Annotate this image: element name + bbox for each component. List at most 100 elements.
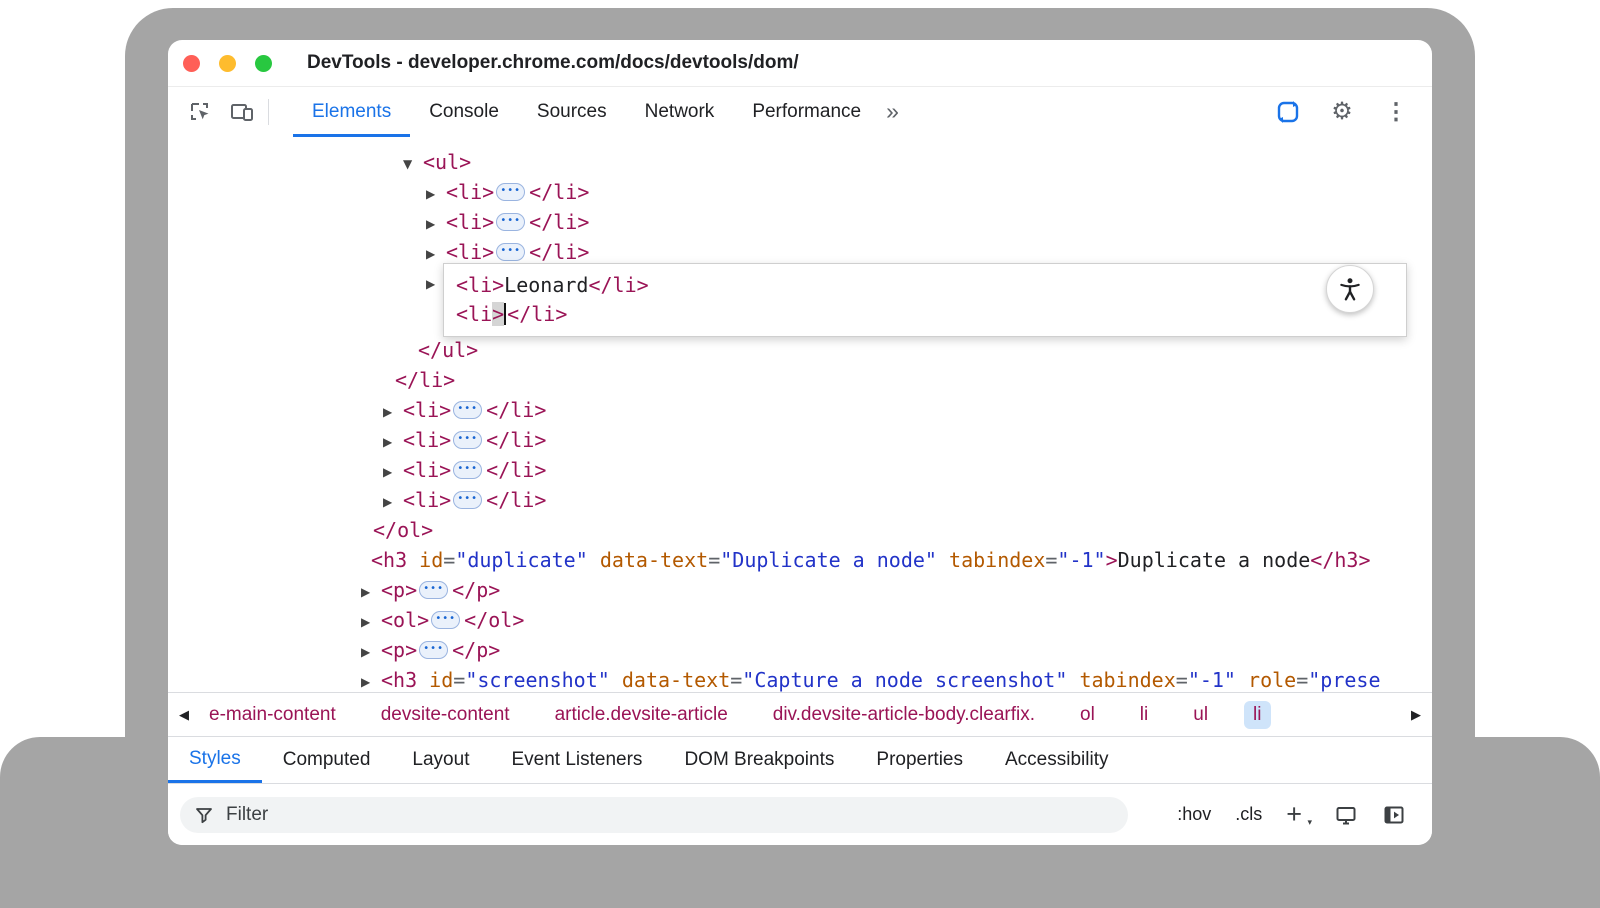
- code-token: tabindex: [1079, 668, 1175, 692]
- dom-tree-line[interactable]: ▶<li></li>: [383, 395, 546, 425]
- ellipsis-expand-button[interactable]: [419, 641, 448, 659]
- screenshot-stage: DevTools - developer.chrome.com/docs/dev…: [0, 0, 1600, 908]
- tab-performance[interactable]: Performance: [733, 86, 880, 137]
- rendering-emulation-icon[interactable]: [1334, 803, 1358, 827]
- ellipsis-expand-button[interactable]: [431, 611, 460, 629]
- disclosure-arrow-icon[interactable]: ▶: [383, 427, 403, 457]
- filter-input[interactable]: [224, 803, 1114, 827]
- code-token: "screenshot": [465, 668, 610, 692]
- devtools-toolbar: ElementsConsoleSourcesNetworkPerformance…: [168, 86, 1432, 138]
- new-style-rule-button[interactable]: +▾: [1286, 801, 1310, 828]
- disclosure-arrow-icon[interactable]: ▶: [426, 179, 446, 209]
- toggle-element-state-button[interactable]: :hov: [1177, 804, 1211, 825]
- kebab-menu-icon[interactable]: ⋮: [1382, 98, 1410, 126]
- edit-as-html-box[interactable]: <li>Leonard</li><li></li>: [443, 263, 1407, 337]
- code-token: </li>: [529, 240, 589, 264]
- ellipsis-expand-button[interactable]: [453, 401, 482, 419]
- breadcrumb-item[interactable]: article.devsite-article: [546, 701, 737, 729]
- sidebar-tab-properties[interactable]: Properties: [855, 737, 984, 783]
- disclosure-arrow-icon[interactable]: ▶: [361, 607, 381, 637]
- tab-sources[interactable]: Sources: [518, 86, 626, 137]
- code-token: <h3: [371, 548, 419, 572]
- disclosure-arrow-icon[interactable]: ▼: [403, 149, 423, 179]
- tab-network[interactable]: Network: [626, 86, 734, 137]
- disclosure-arrow-icon[interactable]: ▶: [383, 487, 403, 517]
- code-token: >: [1106, 548, 1118, 572]
- dom-tree-line[interactable]: ▶<li></li>: [383, 455, 546, 485]
- dom-tree-line[interactable]: ▶<li></li>: [383, 425, 546, 455]
- breadcrumb-item[interactable]: devsite-content: [372, 701, 519, 729]
- code-token: "Duplicate a node": [720, 548, 937, 572]
- dom-tree-line[interactable]: ▼<ul>: [403, 147, 471, 177]
- dom-tree-line[interactable]: </li>: [395, 365, 455, 395]
- toolbar-right: ⚙ ⋮: [1274, 98, 1410, 126]
- breadcrumb-item[interactable]: ul: [1184, 701, 1217, 729]
- device-toolbar-icon[interactable]: [228, 98, 256, 126]
- tab-elements[interactable]: Elements: [293, 86, 410, 137]
- breadcrumb-item[interactable]: ol: [1071, 701, 1104, 729]
- tab-console[interactable]: Console: [410, 86, 518, 137]
- more-tabs-button[interactable]: »: [886, 98, 899, 125]
- code-token: id: [419, 548, 443, 572]
- panel-tabs: ElementsConsoleSourcesNetworkPerformance: [293, 86, 880, 137]
- dom-tree-line[interactable]: </ul>: [418, 335, 478, 365]
- sidebar-dock-toggle-icon[interactable]: [1382, 803, 1406, 827]
- breadcrumb-item[interactable]: li: [1131, 701, 1157, 729]
- sidebar-tab-accessibility[interactable]: Accessibility: [984, 737, 1129, 783]
- settings-gear-icon[interactable]: ⚙: [1328, 98, 1356, 126]
- crumb-scroll-right-icon[interactable]: ▶: [1400, 707, 1432, 723]
- crumb-scroll-left-icon[interactable]: ◀: [168, 707, 200, 723]
- code-token: Leonard: [504, 273, 588, 297]
- dom-tree-line[interactable]: ▶<p></p>: [361, 635, 500, 665]
- dom-tree-line[interactable]: ▶<li></li>: [383, 485, 546, 515]
- code-token: Duplicate a node: [1118, 548, 1311, 572]
- dom-tree: <li>Leonard</li><li></li> ▼<ul>▶<li></li…: [168, 137, 1432, 692]
- dom-tree-line[interactable]: ▶<li></li>: [426, 177, 589, 207]
- code-token: =: [730, 668, 742, 692]
- edit-box-line[interactable]: <li></li>: [456, 300, 1406, 329]
- disclosure-arrow-icon[interactable]: ▶: [426, 209, 446, 239]
- code-token: =: [453, 668, 465, 692]
- disclosure-arrow-icon[interactable]: ▶: [361, 577, 381, 607]
- sync-icon[interactable]: [1274, 98, 1302, 126]
- sidebar-tab-event-listeners[interactable]: Event Listeners: [490, 737, 663, 783]
- disclosure-arrow-icon[interactable]: ▶: [383, 457, 403, 487]
- ellipsis-expand-button[interactable]: [496, 213, 525, 231]
- code-token: "prese: [1308, 668, 1380, 692]
- maximize-button[interactable]: [255, 55, 272, 72]
- code-token: =: [443, 548, 455, 572]
- code-token: </li>: [486, 428, 546, 452]
- code-token: =: [1045, 548, 1057, 572]
- sidebar-tab-computed[interactable]: Computed: [262, 737, 392, 783]
- code-token: <ul>: [423, 150, 471, 174]
- dom-tree-line[interactable]: </ol>: [373, 515, 433, 545]
- breadcrumb-item[interactable]: e-main-content: [200, 701, 345, 729]
- disclosure-arrow-icon[interactable]: ▶: [361, 637, 381, 667]
- dom-tree-line[interactable]: ▶<ol></ol>: [361, 605, 524, 635]
- dom-tree-line[interactable]: ▶<li></li>: [426, 207, 589, 237]
- code-token: </ol>: [464, 608, 524, 632]
- edit-box-line[interactable]: <li>Leonard</li>: [456, 271, 1406, 300]
- close-button[interactable]: [183, 55, 200, 72]
- ellipsis-expand-button[interactable]: [496, 183, 525, 201]
- accessibility-button[interactable]: [1326, 265, 1374, 313]
- ellipsis-expand-button[interactable]: [453, 491, 482, 509]
- filter-field[interactable]: [180, 797, 1128, 833]
- ellipsis-expand-button[interactable]: [453, 461, 482, 479]
- ellipsis-expand-button[interactable]: [453, 431, 482, 449]
- dom-tree-line[interactable]: ▶<h3 id="screenshot" data-text="Capture …: [361, 665, 1381, 692]
- sidebar-tab-layout[interactable]: Layout: [391, 737, 490, 783]
- disclosure-arrow-icon[interactable]: ▶: [383, 397, 403, 427]
- inspect-element-icon[interactable]: [186, 98, 214, 126]
- toggle-class-button[interactable]: .cls: [1235, 804, 1262, 825]
- dom-tree-line[interactable]: ▶<p></p>: [361, 575, 500, 605]
- breadcrumb-item[interactable]: li: [1244, 701, 1270, 729]
- sidebar-tab-styles[interactable]: Styles: [168, 737, 262, 783]
- minimize-button[interactable]: [219, 55, 236, 72]
- dom-tree-line[interactable]: <h3 id="duplicate" data-text="Duplicate …: [371, 545, 1371, 575]
- disclosure-arrow-icon[interactable]: ▶: [361, 667, 381, 693]
- breadcrumb-item[interactable]: div.devsite-article-body.clearfix.: [764, 701, 1044, 729]
- ellipsis-expand-button[interactable]: [419, 581, 448, 599]
- ellipsis-expand-button[interactable]: [496, 243, 525, 261]
- sidebar-tab-dom-breakpoints[interactable]: DOM Breakpoints: [663, 737, 855, 783]
